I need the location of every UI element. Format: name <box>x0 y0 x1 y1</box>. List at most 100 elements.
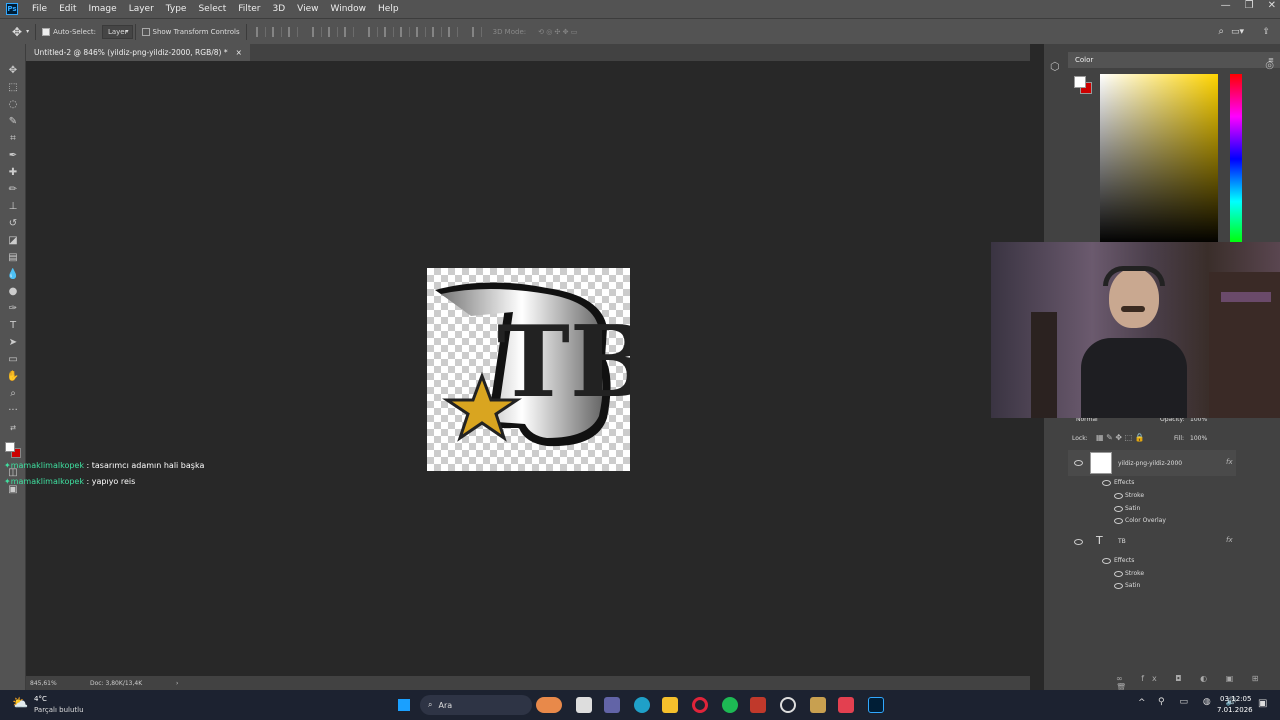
effect-stroke[interactable]: Stroke <box>1125 570 1144 577</box>
3d-orbit-icon[interactable]: ⟲ ◎ ✣ ✥ ▭ <box>538 28 577 36</box>
brush-tool-icon[interactable]: ✏ <box>6 183 20 195</box>
quick-select-tool-icon[interactable]: ✎ <box>6 115 20 127</box>
distribute-bottom-icon[interactable] <box>399 26 410 37</box>
visibility-eye-icon[interactable] <box>1114 518 1123 524</box>
align-top-icon[interactable] <box>255 26 266 37</box>
align-vcenter-icon[interactable] <box>271 26 282 37</box>
status-arrow-icon[interactable]: › <box>176 680 178 687</box>
layer-fx-icon[interactable]: fx <box>1226 536 1233 544</box>
effect-satin[interactable]: Satin <box>1125 582 1140 589</box>
opera-gx-icon[interactable] <box>692 697 708 713</box>
blur-tool-icon[interactable]: 💧 <box>6 268 20 280</box>
clock-date[interactable]: 7.01.2026 <box>1217 706 1253 714</box>
zoom-tool-icon[interactable]: ⌕ <box>6 387 20 399</box>
workspace-icon[interactable]: ▭▾ <box>1231 27 1244 37</box>
libraries-icon[interactable]: ◎ <box>1265 60 1274 71</box>
visibility-eye-icon[interactable] <box>1074 539 1083 545</box>
align-hcenter-icon[interactable] <box>327 26 338 37</box>
dodge-tool-icon[interactable]: ● <box>6 285 20 297</box>
path-selection-tool-icon[interactable]: ➤ <box>6 336 20 348</box>
more-tools-icon[interactable]: ··· <box>6 404 20 416</box>
share-icon[interactable]: ⇪ <box>1262 27 1270 37</box>
foreground-color-swatch[interactable] <box>5 442 15 452</box>
windows-start-icon[interactable] <box>395 696 413 714</box>
menu-window[interactable]: Window <box>325 4 373 14</box>
marquee-tool-icon[interactable]: ⬚ <box>6 81 20 93</box>
menu-type[interactable]: Type <box>160 4 193 14</box>
move-tool-icon[interactable]: ✥ <box>6 64 20 76</box>
hue-slider[interactable] <box>1230 74 1242 244</box>
menu-image[interactable]: Image <box>83 4 123 14</box>
distribute-top-icon[interactable] <box>367 26 378 37</box>
move-tool-icon[interactable]: ✥ <box>12 25 22 39</box>
history-brush-tool-icon[interactable]: ↺ <box>6 217 20 229</box>
distribute-hcenter-icon[interactable] <box>431 26 442 37</box>
rectangle-tool-icon[interactable]: ▭ <box>6 353 20 365</box>
eraser-tool-icon[interactable]: ◪ <box>6 234 20 246</box>
spotify-icon[interactable] <box>722 697 738 713</box>
healing-brush-tool-icon[interactable]: ✚ <box>6 166 20 178</box>
effect-stroke[interactable]: Stroke <box>1125 492 1144 499</box>
effect-color-overlay[interactable]: Color Overlay <box>1125 517 1166 524</box>
search-highlight-icon[interactable] <box>536 697 562 713</box>
clone-stamp-tool-icon[interactable]: ⊥ <box>6 200 20 212</box>
menu-help[interactable]: Help <box>372 4 405 14</box>
layer-fx-icon[interactable]: fx <box>1226 458 1233 466</box>
notification-icon[interactable]: ▣ <box>1258 698 1267 709</box>
pen-tool-icon[interactable]: ✑ <box>6 302 20 314</box>
visibility-eye-icon[interactable] <box>1074 460 1083 466</box>
clock-time[interactable]: 03:12:05 <box>1220 695 1251 703</box>
layer-name[interactable]: TB <box>1118 538 1126 545</box>
auto-align-icon[interactable] <box>471 26 482 37</box>
photoshop-taskbar-icon[interactable] <box>868 697 884 713</box>
swap-colors-icon[interactable]: ⇄ <box>6 422 20 434</box>
task-view-icon[interactable] <box>576 697 592 713</box>
visibility-eye-icon[interactable] <box>1114 571 1123 577</box>
fill-value[interactable]: 100% <box>1190 435 1207 442</box>
tool-preset-chevron-icon[interactable]: ▾ <box>26 28 29 35</box>
visibility-eye-icon[interactable] <box>1102 558 1111 564</box>
visibility-eye-icon[interactable] <box>1102 480 1111 486</box>
taskbar-search[interactable]: ⌕ Ara <box>420 695 532 715</box>
hand-tool-icon[interactable]: ✋ <box>6 370 20 382</box>
auto-select-dropdown[interactable]: Layer <box>101 24 134 39</box>
valorant-icon[interactable] <box>838 697 854 713</box>
color-picker-field[interactable] <box>1100 74 1218 244</box>
document-tab[interactable]: Untitled-2 @ 846% (yildiz-png-yildiz-200… <box>26 44 250 61</box>
menu-file[interactable]: File <box>26 4 53 14</box>
color-panel-tab[interactable]: Color <box>1068 52 1280 68</box>
restore-button[interactable]: ❐ <box>1245 0 1254 11</box>
close-button[interactable]: ✕ <box>1268 0 1276 11</box>
visibility-eye-icon[interactable] <box>1114 506 1123 512</box>
photoshop-logo[interactable]: Ps <box>6 3 18 15</box>
minimize-button[interactable]: — <box>1221 0 1231 11</box>
teams-icon[interactable] <box>604 697 620 713</box>
align-bottom-icon[interactable] <box>287 26 298 37</box>
visibility-eye-icon[interactable] <box>1114 583 1123 589</box>
file-explorer-icon[interactable] <box>662 697 678 713</box>
color-foreground-swatch[interactable] <box>1074 76 1086 88</box>
gradient-tool-icon[interactable]: ▤ <box>6 251 20 263</box>
menu-view[interactable]: View <box>291 4 324 14</box>
steam-icon[interactable] <box>780 697 796 713</box>
eyedropper-tool-icon[interactable]: ✒ <box>6 149 20 161</box>
close-tab-icon[interactable]: × <box>236 48 242 57</box>
distribute-right-icon[interactable] <box>447 26 458 37</box>
menu-filter[interactable]: Filter <box>232 4 266 14</box>
league-icon[interactable] <box>810 697 826 713</box>
menu-edit[interactable]: Edit <box>53 4 82 14</box>
distribute-vcenter-icon[interactable] <box>383 26 394 37</box>
transform-controls-checkbox[interactable] <box>141 27 150 36</box>
align-right-icon[interactable] <box>343 26 354 37</box>
lasso-tool-icon[interactable]: ◌ <box>6 98 20 110</box>
distribute-left-icon[interactable] <box>415 26 426 37</box>
type-tool-icon[interactable]: T <box>6 319 20 331</box>
tray-overflow-icon[interactable]: ^ <box>1138 698 1146 708</box>
visibility-eye-icon[interactable] <box>1114 493 1123 499</box>
search-icon[interactable]: ⌕ <box>1218 26 1224 37</box>
lock-icons[interactable]: ▦ ✎ ✥ ⬚ 🔒 <box>1096 433 1145 442</box>
align-left-icon[interactable] <box>311 26 322 37</box>
menu-layer[interactable]: Layer <box>123 4 160 14</box>
stream-app-icon[interactable] <box>750 697 766 713</box>
menu-3d[interactable]: 3D <box>267 4 292 14</box>
